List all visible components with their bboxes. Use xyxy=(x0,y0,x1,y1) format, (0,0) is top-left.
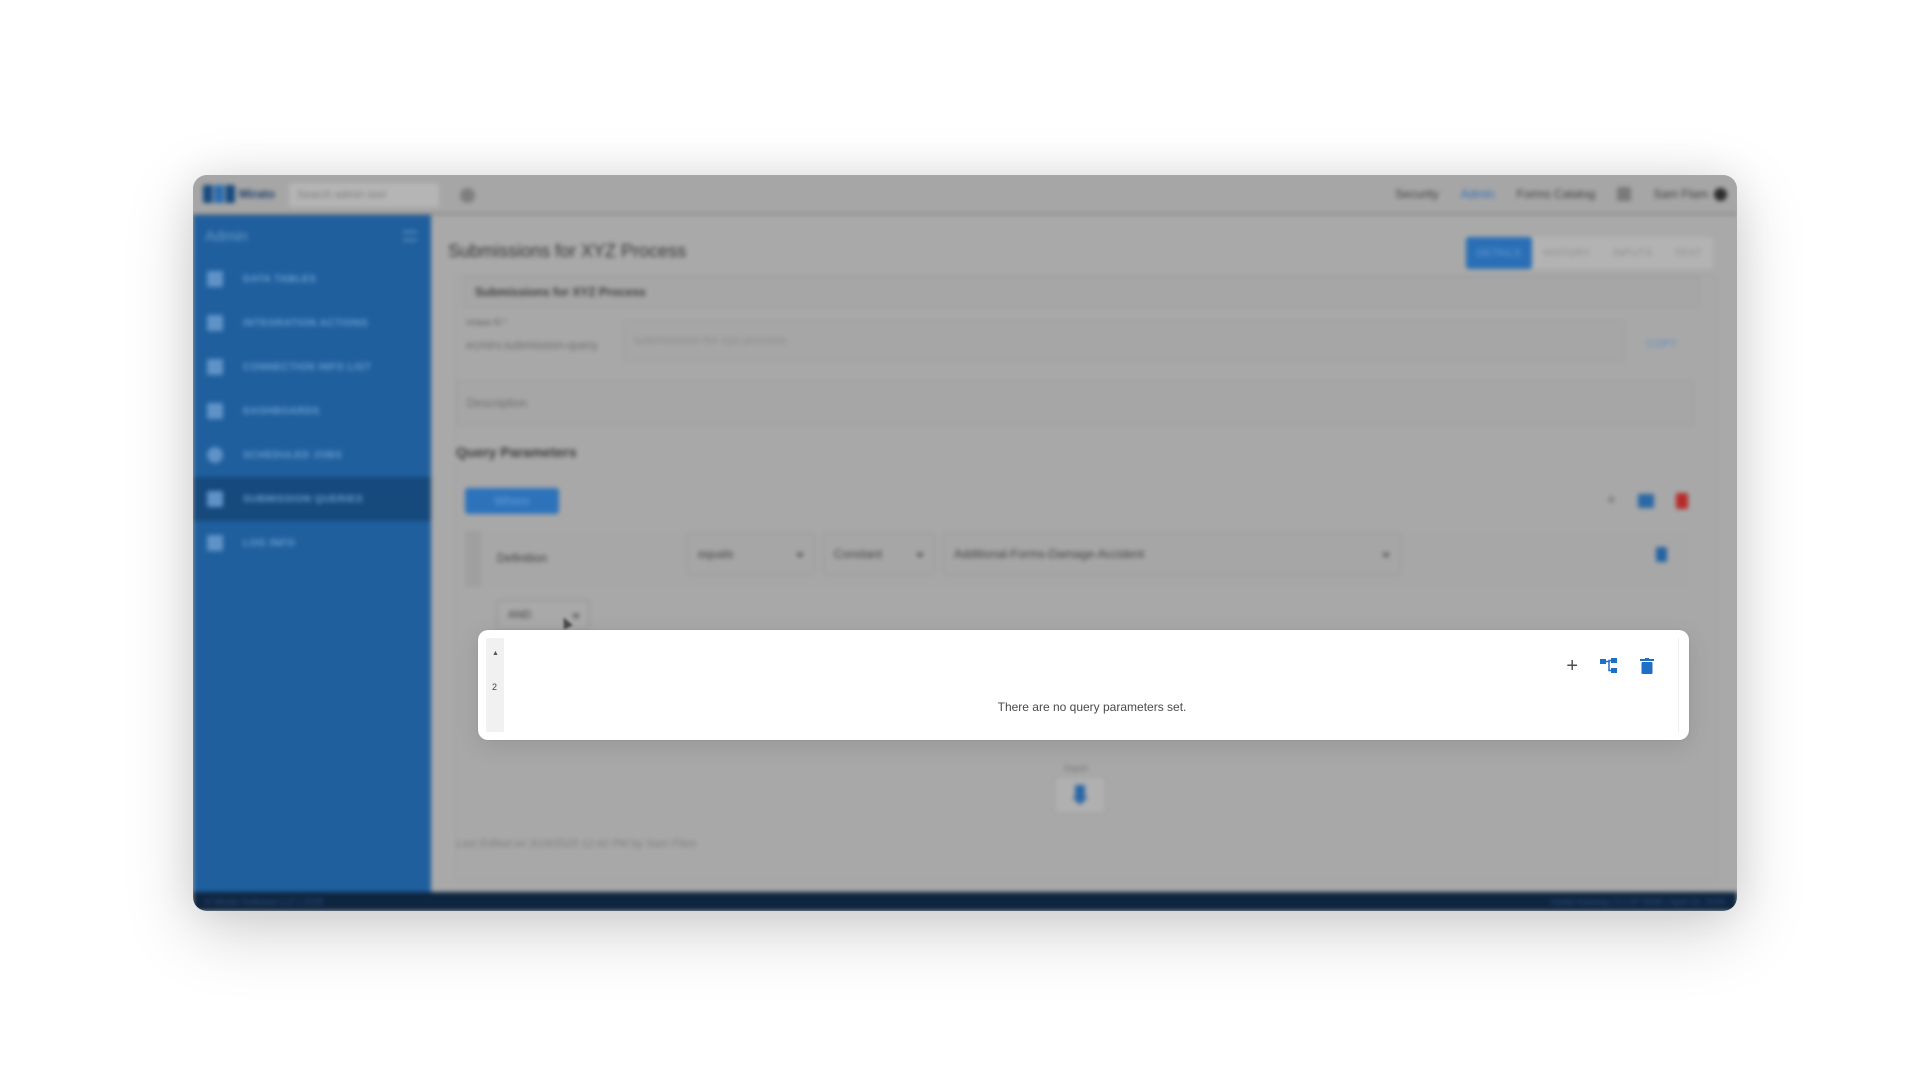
and-or-select[interactable]: AND xyxy=(496,599,590,631)
main-content: Submissions for XYZ Process DETAILS HIST… xyxy=(431,215,1737,892)
operator-select[interactable]: equals xyxy=(687,533,815,575)
sidebar: Admin DATA TABLES INTEGRATION ACTIONS CO… xyxy=(193,215,431,892)
apps-grid-icon[interactable] xyxy=(1617,187,1632,201)
logo-mark-icon xyxy=(203,185,235,203)
delete-icon[interactable] xyxy=(1676,493,1688,509)
definition-label: Definition xyxy=(497,551,548,565)
tab-test[interactable]: TEST xyxy=(1663,237,1713,269)
app-window: Mirato Search admin tool Security Admin … xyxy=(193,175,1737,911)
delete-group-icon[interactable] xyxy=(1640,658,1654,674)
last-edited-text: Last Edited on 3/19/2025 12:42 PM by Sam… xyxy=(456,838,697,850)
background-app: Mirato Search admin tool Security Admin … xyxy=(193,175,1737,911)
connection-icon xyxy=(207,359,223,375)
sidebar-item-label: DATA TABLES xyxy=(243,273,317,285)
chevron-up-icon[interactable]: ▲ xyxy=(492,650,499,657)
table-icon xyxy=(207,271,223,287)
sidebar-item-label: INTEGRATION ACTIONS xyxy=(243,317,369,329)
sidebar-item-label: SCHEDULED JOBS xyxy=(243,449,343,461)
value-type-select[interactable]: Constant xyxy=(823,533,935,575)
query-actions: + xyxy=(1607,492,1688,510)
group-content: + There are no query parameters set. xyxy=(506,638,1679,732)
sidebar-item-dashboards[interactable]: DASHBOARDS xyxy=(193,389,431,433)
where-button[interactable]: Where xyxy=(465,488,559,514)
nav-forms-catalog[interactable]: Forms Catalog xyxy=(1517,187,1596,201)
link-icon xyxy=(207,535,223,551)
sidebar-title: Admin xyxy=(205,227,248,245)
query-parameters-title: Query Parameters xyxy=(456,444,577,460)
search-clear-icon[interactable] xyxy=(460,188,475,203)
integration-icon xyxy=(207,315,223,331)
copy-button[interactable]: COPY xyxy=(1646,338,1677,350)
menu-collapse-icon[interactable] xyxy=(403,231,417,241)
group-actions: + xyxy=(1566,656,1654,676)
uid-input[interactable]: submissions-for-xyz-process xyxy=(623,320,1625,362)
name-field[interactable]: Submissions for XYZ Process xyxy=(464,276,1700,308)
sidebar-item-data-tables[interactable]: DATA TABLES xyxy=(193,257,431,301)
sidebar-item-log-info[interactable]: LOG INFO xyxy=(193,521,431,565)
logo-text: Mirato xyxy=(239,187,275,201)
group-number: 2 xyxy=(492,682,498,692)
query-group-panel: ▲ 2 + There are no query parameters set. xyxy=(478,630,1689,740)
sidebar-item-label: CONNECTION INFO LIST xyxy=(243,361,372,373)
sidebar-item-label: LOG INFO xyxy=(243,537,296,549)
description-field[interactable]: Description xyxy=(456,380,1694,426)
add-parameter-icon[interactable]: + xyxy=(1566,656,1578,676)
tab-bar: DETAILS HISTORY INPUTS TEST xyxy=(1465,237,1713,269)
app-logo[interactable]: Mirato xyxy=(203,184,275,204)
dashboard-icon xyxy=(207,403,223,419)
uid-prefix: ecmirv.submission-query xyxy=(466,338,598,352)
footer: © Mirato Software LLC | 2025 mirato-trai… xyxy=(193,892,1737,911)
query-form-card: Submissions for XYZ Process Unique ID * … xyxy=(455,275,1717,880)
tab-history[interactable]: HISTORY xyxy=(1532,237,1602,269)
info-icon[interactable] xyxy=(1714,187,1727,201)
clock-icon xyxy=(207,447,223,463)
user-name: Sam Flam xyxy=(1653,187,1708,201)
sidebar-item-integration-actions[interactable]: INTEGRATION ACTIONS xyxy=(193,301,431,345)
export-download-button[interactable] xyxy=(1054,776,1106,814)
sidebar-item-scheduled-jobs[interactable]: SCHEDULED JOBS xyxy=(193,433,431,477)
empty-parameters-message: There are no query parameters set. xyxy=(997,700,1187,714)
add-group-icon[interactable] xyxy=(1638,494,1654,508)
footer-version: mirato-training | 3.1.87.5596 | April 22… xyxy=(1550,896,1725,907)
sidebar-item-label: DASHBOARDS xyxy=(243,405,320,417)
nav-security[interactable]: Security xyxy=(1395,187,1438,201)
uid-label: Unique ID * xyxy=(466,318,507,327)
delete-row-icon[interactable] xyxy=(1656,547,1667,562)
tab-inputs[interactable]: INPUTS xyxy=(1602,237,1664,269)
value-select[interactable]: Additional-Forms-Damage-Accident xyxy=(943,533,1401,575)
export-label: Export xyxy=(1064,764,1088,773)
admin-search-input[interactable]: Search admin tool xyxy=(289,183,439,207)
add-icon[interactable]: + xyxy=(1607,492,1616,510)
sidebar-header: Admin xyxy=(193,215,431,257)
top-nav: Security Admin Forms Catalog Sam Flam xyxy=(1395,187,1727,201)
definition-row: Definition equals Constant Additional-Fo… xyxy=(465,531,1687,587)
document-icon xyxy=(207,491,223,507)
user-menu[interactable]: Sam Flam xyxy=(1653,187,1727,201)
nav-admin[interactable]: Admin xyxy=(1461,187,1495,201)
footer-copyright: © Mirato Software LLC | 2025 xyxy=(205,896,324,907)
tab-details[interactable]: DETAILS xyxy=(1465,237,1533,269)
sidebar-item-connection-info-list[interactable]: CONNECTION INFO LIST xyxy=(193,345,431,389)
sidebar-item-submission-queries[interactable]: SUBMISSION QUERIES xyxy=(193,477,431,521)
sidebar-item-label: SUBMISSION QUERIES xyxy=(243,493,364,505)
top-bar: Mirato Search admin tool Security Admin … xyxy=(193,175,1737,215)
group-drag-handle[interactable]: ▲ 2 xyxy=(486,638,504,732)
drag-handle[interactable] xyxy=(465,531,481,587)
page-title: Submissions for XYZ Process xyxy=(448,241,687,261)
add-group-icon[interactable] xyxy=(1600,658,1618,674)
